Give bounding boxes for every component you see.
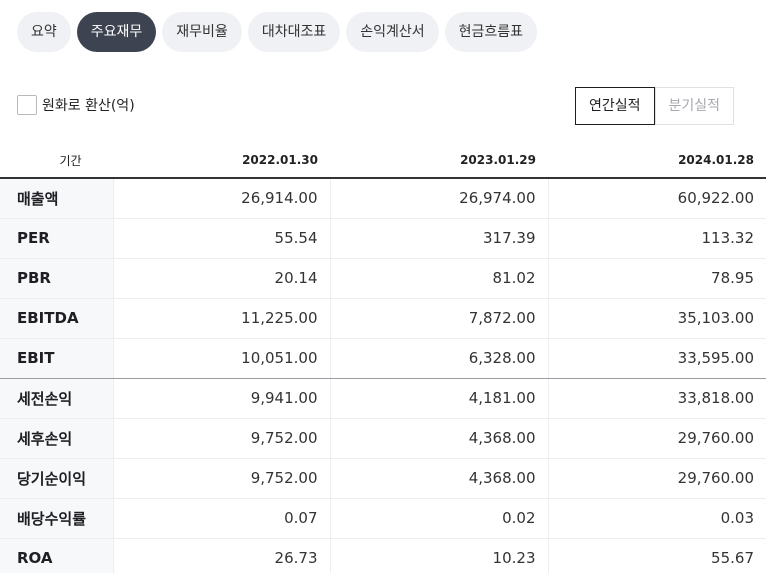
- row-label: 세후손익: [0, 418, 113, 459]
- table-row: PER 55.54 317.39 113.32: [0, 218, 766, 259]
- table-row: 배당수익률 0.07 0.02 0.03: [0, 498, 766, 539]
- row-label: PBR: [0, 258, 113, 299]
- table-cell: 9,752.00: [112, 458, 330, 499]
- table-cell: 26,914.00: [112, 178, 330, 219]
- column-header: 2024.01.28: [548, 143, 766, 179]
- table-cell: 0.02: [329, 498, 548, 539]
- krw-convert-label[interactable]: 원화로 환산(억): [42, 95, 135, 115]
- table-cell: 4,368.00: [329, 418, 548, 459]
- table-row: ROA 26.73 10.23 55.67: [0, 538, 766, 573]
- table-cell: 113.32: [547, 218, 766, 259]
- table-cell: 26,974.00: [329, 178, 548, 219]
- period-toggle: 연간실적 분기실적: [575, 87, 735, 125]
- table-cell: 33,595.00: [547, 338, 766, 379]
- column-header: 2023.01.29: [330, 143, 548, 179]
- table-cell: 4,181.00: [329, 378, 548, 419]
- row-label: 매출액: [0, 178, 113, 219]
- table-cell: 4,368.00: [329, 458, 548, 499]
- table-cell: 33,818.00: [547, 378, 766, 419]
- table-cell: 78.95: [547, 258, 766, 299]
- table-row: 세전손익 9,941.00 4,181.00 33,818.00: [0, 378, 766, 419]
- table-cell: 55.54: [112, 218, 330, 259]
- row-label: ROA: [0, 538, 113, 573]
- table-cell: 29,760.00: [547, 418, 766, 459]
- column-header: 2022.01.30: [113, 143, 330, 179]
- table-row: 매출액 26,914.00 26,974.00 60,922.00: [0, 178, 766, 219]
- table-row: EBITDA 11,225.00 7,872.00 35,103.00: [0, 298, 766, 339]
- financials-table: 기간 2022.01.30 2023.01.29 2024.01.28 매출액 2…: [0, 143, 766, 573]
- tab-key-financials[interactable]: 주요재무: [76, 12, 157, 52]
- table-cell: 7,872.00: [329, 298, 548, 339]
- table-cell: 10,051.00: [112, 338, 330, 379]
- table-row: PBR 20.14 81.02 78.95: [0, 258, 766, 299]
- table-row: EBIT 10,051.00 6,328.00 33,595.00: [0, 338, 766, 379]
- table-cell: 35,103.00: [547, 298, 766, 339]
- row-label: 당기순이익: [0, 458, 113, 499]
- table-row: 당기순이익 9,752.00 4,368.00 29,760.00: [0, 458, 766, 499]
- table-cell: 9,941.00: [112, 378, 330, 419]
- row-label: EBIT: [0, 338, 113, 379]
- tab-summary[interactable]: 요약: [17, 12, 71, 52]
- row-label: EBITDA: [0, 298, 113, 339]
- krw-convert-option: 원화로 환산(억): [17, 95, 135, 115]
- table-cell: 0.07: [112, 498, 330, 539]
- row-label: 배당수익률: [0, 498, 113, 539]
- tab-income-statement[interactable]: 손익계산서: [346, 12, 439, 52]
- table-row: 세후손익 9,752.00 4,368.00 29,760.00: [0, 418, 766, 459]
- tab-financial-ratios[interactable]: 재무비율: [162, 12, 242, 52]
- table-header-row: 기간 2022.01.30 2023.01.29 2024.01.28: [0, 143, 766, 179]
- table-cell: 60,922.00: [547, 178, 766, 219]
- table-cell: 26.73: [112, 538, 330, 573]
- tab-balance-sheet[interactable]: 대차대조표: [247, 12, 341, 52]
- table-cell: 9,752.00: [112, 418, 330, 459]
- table-cell: 55.67: [547, 538, 766, 573]
- tab-cash-flow[interactable]: 현금흐름표: [444, 12, 538, 52]
- row-label: PER: [0, 218, 113, 259]
- quarterly-button[interactable]: 분기실적: [654, 87, 735, 125]
- table-cell: 10.23: [329, 538, 548, 573]
- table-cell: 11,225.00: [112, 298, 330, 339]
- table-cell: 317.39: [329, 218, 548, 259]
- krw-convert-checkbox[interactable]: [17, 95, 37, 115]
- annual-button[interactable]: 연간실적: [575, 87, 655, 125]
- table-cell: 29,760.00: [547, 458, 766, 499]
- table-cell: 81.02: [329, 258, 548, 299]
- table-cell: 20.14: [112, 258, 330, 299]
- table-cell: 6,328.00: [329, 338, 548, 379]
- column-header-period: 기간: [0, 143, 113, 179]
- row-label: 세전손익: [0, 378, 113, 419]
- table-cell: 0.03: [547, 498, 766, 539]
- tab-bar: 요약 주요재무 재무비율 대차대조표 손익계산서 현금흐름표: [17, 12, 538, 52]
